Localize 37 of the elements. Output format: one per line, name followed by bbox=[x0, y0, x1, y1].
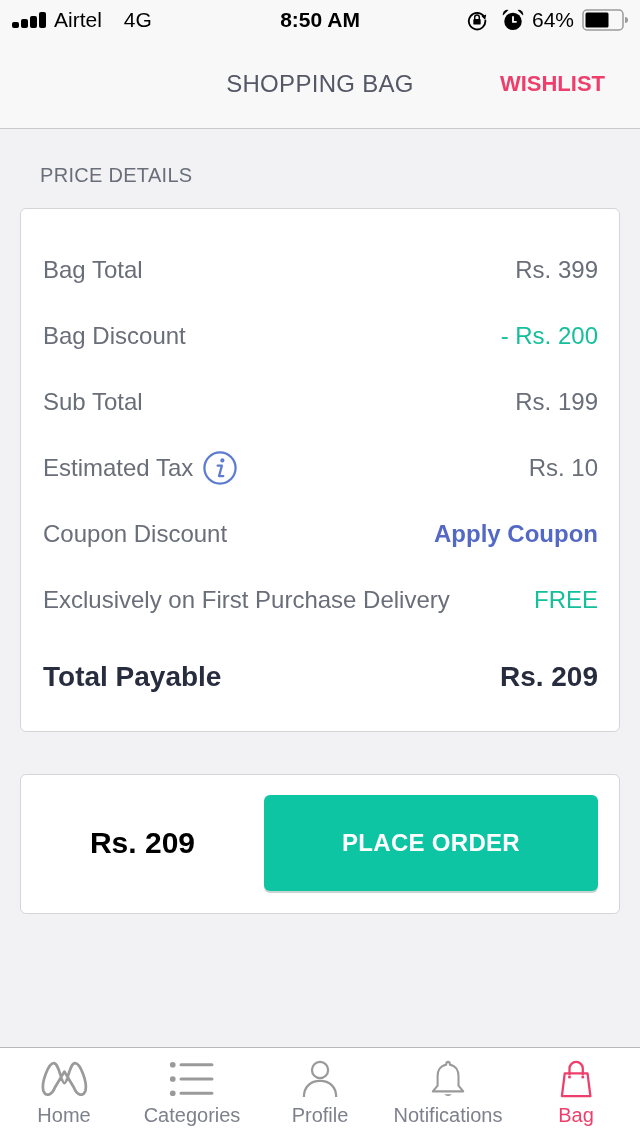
status-time: 8:50 AM bbox=[280, 8, 360, 32]
alarm-icon bbox=[501, 9, 524, 31]
categories-tab[interactable]: Categories bbox=[128, 1048, 256, 1136]
apply-coupon-link[interactable]: Apply Coupon bbox=[434, 520, 598, 548]
person-icon bbox=[301, 1060, 339, 1098]
shopping-bag-icon bbox=[559, 1060, 593, 1098]
bell-icon bbox=[429, 1060, 467, 1098]
delivery-value: FREE bbox=[534, 586, 598, 614]
info-icon[interactable] bbox=[203, 451, 238, 485]
network-type: 4G bbox=[123, 8, 152, 32]
list-icon bbox=[168, 1060, 216, 1098]
price-value: Rs. 199 bbox=[515, 388, 598, 416]
total-value: Rs. 209 bbox=[499, 661, 598, 693]
section-heading: PRICE DETAILS bbox=[39, 163, 194, 188]
profile-tab[interactable]: Profile bbox=[256, 1048, 384, 1136]
price-label: Bag Total bbox=[43, 256, 143, 284]
price-value: Rs. 10 bbox=[528, 454, 598, 482]
rotation-lock-icon bbox=[465, 9, 488, 31]
order-amount: Rs. 209 bbox=[89, 826, 196, 860]
bag-tab[interactable]: Bag bbox=[512, 1048, 640, 1136]
discount-value: - Rs. 200 bbox=[500, 322, 598, 350]
battery-percent: 64% bbox=[531, 8, 574, 32]
home-tab[interactable]: Home bbox=[0, 1048, 128, 1136]
price-value: Rs. 399 bbox=[515, 256, 598, 284]
total-label: Total Payable bbox=[43, 661, 222, 693]
wishlist-link[interactable]: WISHLIST bbox=[499, 71, 605, 97]
price-label: Coupon Discount bbox=[43, 520, 228, 548]
battery-icon bbox=[582, 9, 628, 31]
carrier-name: Airtel bbox=[54, 8, 102, 32]
place-order-button[interactable]: PLACE ORDER bbox=[264, 795, 598, 891]
price-label: Sub Total bbox=[43, 388, 143, 416]
signal-icon bbox=[12, 12, 48, 28]
price-label: Exclusively on First Purchase Delivery bbox=[43, 586, 450, 614]
notifications-tab[interactable]: Notifications bbox=[384, 1048, 512, 1136]
page-title: SHOPPING BAG bbox=[226, 70, 414, 98]
price-label: Estimated Tax bbox=[43, 454, 194, 482]
price-label: Bag Discount bbox=[43, 322, 186, 350]
